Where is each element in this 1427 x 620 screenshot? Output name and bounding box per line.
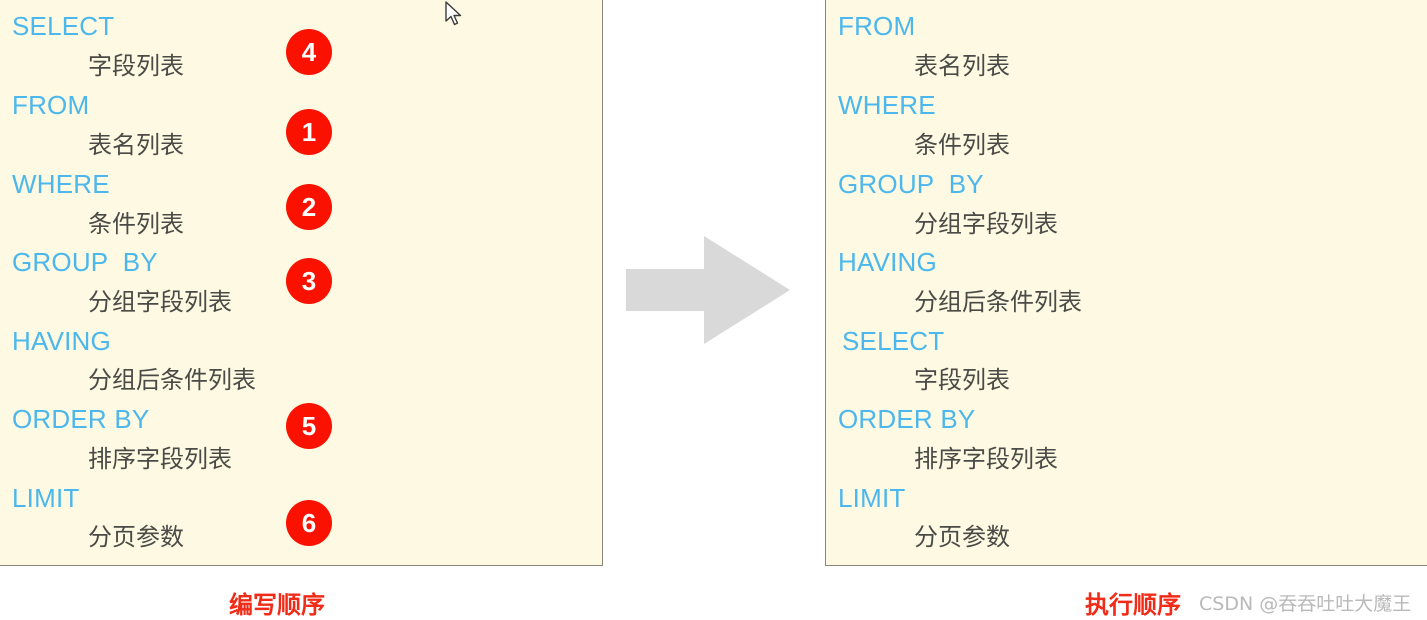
- exec-clause-value-group-by: 分组字段列表: [914, 210, 1058, 238]
- exec-clause-keyword-from: FROM: [838, 11, 916, 41]
- mouse-cursor: [444, 0, 464, 28]
- order-badge-select: 4: [286, 29, 332, 75]
- exec-clause-keyword-having: HAVING: [838, 247, 937, 277]
- order-badge-order-by: 5: [286, 403, 332, 449]
- exec-clause-value-select: 字段列表: [914, 366, 1010, 394]
- flow-arrow: [624, 230, 794, 350]
- clause-value-group-by: 分组字段列表: [88, 288, 232, 316]
- exec-clause-value-where: 条件列表: [914, 131, 1010, 159]
- exec-clause-keyword-order-by: ORDER BY: [838, 404, 976, 434]
- mouse-pointer-icon: [445, 1, 462, 26]
- exec-clause-value-order-by: 排序字段列表: [914, 445, 1058, 473]
- csdn-watermark: CSDN @吞吞吐吐大魔王: [1199, 593, 1412, 615]
- clause-value-having: 分组后条件列表: [88, 366, 256, 394]
- exec-clause-keyword-limit: LIMIT: [838, 483, 906, 513]
- order-badge-where: 2: [286, 184, 332, 230]
- clause-value-order-by: 排序字段列表: [88, 445, 232, 473]
- order-badge-group-by: 3: [286, 258, 332, 304]
- clause-value-select: 字段列表: [88, 52, 184, 80]
- writing-order-caption: 编写顺序: [229, 591, 325, 619]
- exec-clause-value-having: 分组后条件列表: [914, 288, 1082, 316]
- clause-keyword-select: SELECT: [12, 11, 115, 41]
- clause-keyword-limit: LIMIT: [12, 483, 80, 513]
- clause-keyword-group-by: GROUP BY: [12, 247, 158, 277]
- clause-value-limit: 分页参数: [88, 523, 184, 551]
- exec-clause-keyword-group-by: GROUP BY: [838, 169, 984, 199]
- clause-value-where: 条件列表: [88, 210, 184, 238]
- order-badge-from: 1: [286, 109, 332, 155]
- writing-order-panel: SELECT 字段列表 FROM 表名列表 WHERE 条件列表 GROUP B…: [0, 0, 603, 566]
- clause-keyword-order-by: ORDER BY: [12, 404, 150, 434]
- exec-clause-keyword-where: WHERE: [838, 90, 936, 120]
- execution-order-panel: FROM 表名列表 WHERE 条件列表 GROUP BY 分组字段列表 HAV…: [825, 0, 1427, 566]
- writing-order-clause-list: SELECT 字段列表 FROM 表名列表 WHERE 条件列表 GROUP B…: [0, 0, 602, 565]
- order-badge-limit: 6: [286, 500, 332, 546]
- exec-clause-value-from: 表名列表: [914, 52, 1010, 80]
- clause-value-from: 表名列表: [88, 131, 184, 159]
- exec-clause-keyword-select: SELECT: [842, 326, 945, 356]
- clause-keyword-where: WHERE: [12, 169, 110, 199]
- execution-order-caption: 执行顺序: [1085, 591, 1181, 619]
- clause-keyword-from: FROM: [12, 90, 90, 120]
- clause-keyword-having: HAVING: [12, 326, 111, 356]
- right-arrow-icon: [626, 236, 790, 344]
- exec-clause-value-limit: 分页参数: [914, 523, 1010, 551]
- execution-order-clause-list: FROM 表名列表 WHERE 条件列表 GROUP BY 分组字段列表 HAV…: [826, 0, 1427, 565]
